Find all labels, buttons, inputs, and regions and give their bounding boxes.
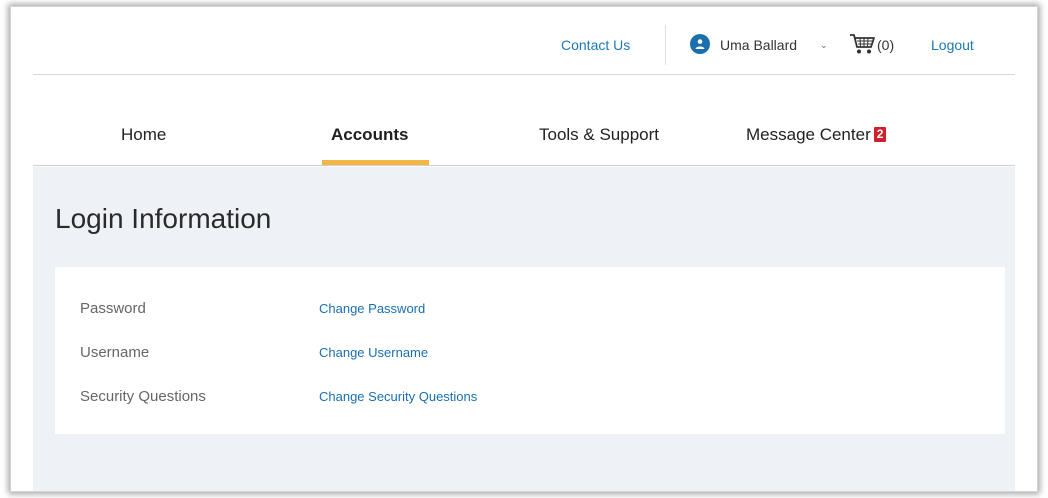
nav-item-message-center-label: Message Center bbox=[746, 125, 871, 144]
user-avatar-icon[interactable] bbox=[690, 34, 710, 54]
password-label: Password bbox=[80, 300, 146, 317]
cart-count[interactable]: (0) bbox=[877, 37, 894, 53]
login-info-card: Password Change Password Username Change… bbox=[55, 267, 1005, 434]
nav-item-tools-support[interactable]: Tools & Support bbox=[539, 125, 659, 145]
active-tab-indicator bbox=[322, 160, 429, 165]
change-password-link[interactable]: Change Password bbox=[319, 301, 425, 316]
logout-link[interactable]: Logout bbox=[931, 37, 974, 53]
nav-item-message-center[interactable]: Message Center 2 bbox=[746, 125, 887, 145]
change-security-questions-link[interactable]: Change Security Questions bbox=[319, 389, 477, 404]
username-label: Username bbox=[80, 344, 150, 361]
change-username-link[interactable]: Change Username bbox=[319, 345, 428, 360]
shopping-cart-icon[interactable] bbox=[849, 32, 877, 56]
chevron-down-icon[interactable]: ⌄ bbox=[820, 40, 828, 51]
security-questions-label: Security Questions bbox=[80, 388, 206, 405]
user-menu-name[interactable]: Uma Ballard bbox=[720, 37, 797, 53]
user-silhouette-icon bbox=[695, 39, 705, 49]
page-title: Login Information bbox=[55, 203, 272, 234]
header-divider bbox=[665, 25, 666, 65]
main-navigation: Home Accounts Tools & Support Message Ce… bbox=[33, 76, 1015, 166]
nav-item-accounts[interactable]: Accounts bbox=[331, 125, 408, 145]
app-window: Contact Us Uma Ballard ⌄ (0) Logout Home… bbox=[10, 6, 1038, 492]
contact-us-link[interactable]: Contact Us bbox=[561, 37, 630, 53]
unread-count-badge: 2 bbox=[873, 127, 887, 142]
nav-item-home[interactable]: Home bbox=[121, 125, 166, 145]
main-content: Login Information Password Change Passwo… bbox=[33, 167, 1015, 491]
utility-bar: Contact Us Uma Ballard ⌄ (0) Logout bbox=[33, 7, 1015, 75]
